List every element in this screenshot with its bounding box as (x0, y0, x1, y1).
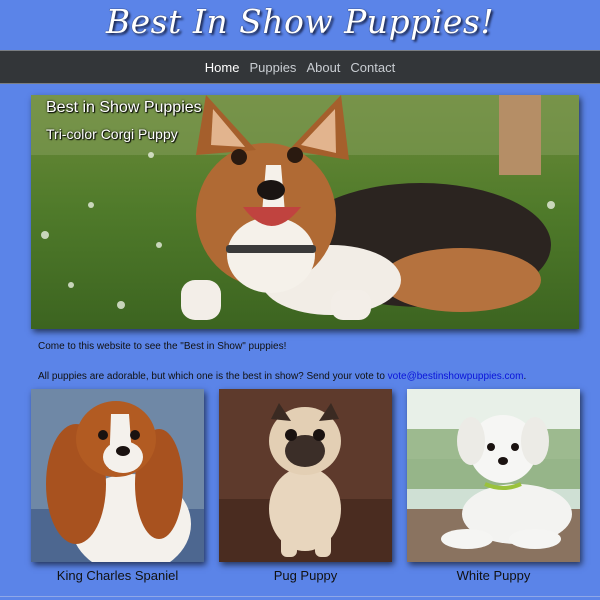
intro-paragraph-2: All puppies are adorable, but which one … (38, 370, 578, 384)
gallery-card-pug: Pug Puppy (219, 389, 392, 583)
spaniel-photo (31, 389, 204, 562)
pug-photo (219, 389, 392, 562)
intro-paragraph-2-suffix: . (523, 371, 527, 382)
gallery-caption-white: White Puppy (456, 568, 531, 583)
intro-paragraph-2-text: All puppies are adorable, but which one … (38, 371, 388, 382)
gallery-card-spaniel: King Charles Spaniel (31, 389, 204, 583)
white-puppy-photo (407, 389, 580, 562)
footer-divider (0, 596, 600, 597)
hero-banner: Best in Show Puppies Tri-color Corgi Pup… (31, 95, 579, 329)
hero-title: Best in Show Puppies (46, 99, 202, 116)
gallery-caption-spaniel: King Charles Spaniel (56, 568, 179, 583)
site-header: Best In Show Puppies! (0, 0, 600, 50)
nav-puppies[interactable]: Puppies (248, 60, 297, 75)
nav-about[interactable]: About (305, 60, 341, 75)
gallery-card-white: White Puppy (407, 389, 580, 583)
hero-subtitle: Tri-color Corgi Puppy (46, 126, 178, 142)
nav-home[interactable]: Home (204, 60, 241, 75)
main-nav: Home Puppies About Contact (0, 50, 600, 84)
gallery-caption-pug: Pug Puppy (273, 568, 338, 583)
site-title: Best In Show Puppies! (105, 2, 495, 41)
vote-email-link[interactable]: vote@bestinshowpuppies.com (388, 371, 524, 382)
intro-paragraph-1: Come to this website to see the "Best in… (38, 341, 287, 352)
nav-contact[interactable]: Contact (349, 60, 396, 75)
